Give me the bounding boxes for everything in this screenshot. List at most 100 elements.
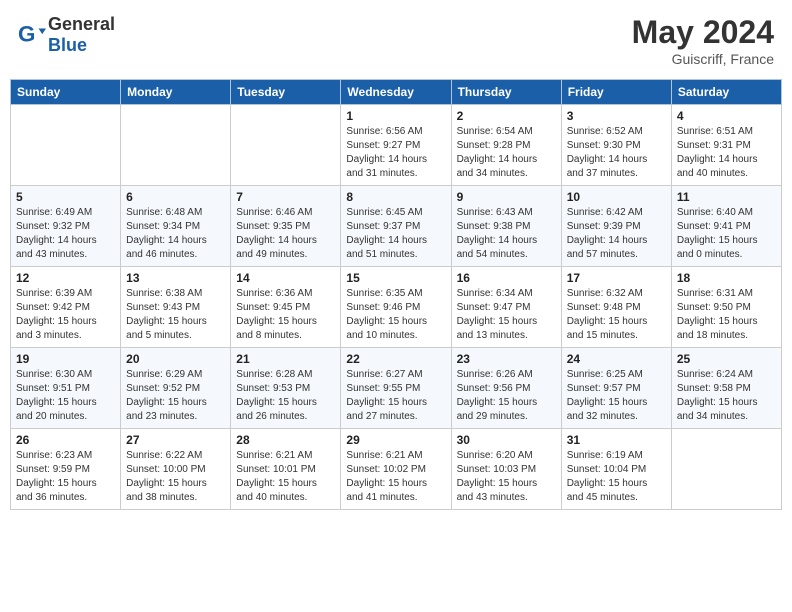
weekday-sunday: Sunday — [11, 80, 121, 105]
calendar-cell: 21Sunrise: 6:28 AMSunset: 9:53 PMDayligh… — [231, 348, 341, 429]
weekday-tuesday: Tuesday — [231, 80, 341, 105]
day-info: Sunrise: 6:27 AMSunset: 9:55 PMDaylight:… — [346, 368, 445, 424]
weekday-wednesday: Wednesday — [341, 80, 451, 105]
calendar-cell — [11, 105, 121, 186]
day-info: Sunrise: 6:42 AMSunset: 9:39 PMDaylight:… — [567, 206, 666, 262]
day-info: Sunrise: 6:40 AMSunset: 9:41 PMDaylight:… — [677, 206, 776, 262]
day-number: 27 — [126, 433, 225, 447]
calendar-cell: 3Sunrise: 6:52 AMSunset: 9:30 PMDaylight… — [561, 105, 671, 186]
day-info: Sunrise: 6:34 AMSunset: 9:47 PMDaylight:… — [457, 287, 556, 343]
day-info: Sunrise: 6:36 AMSunset: 9:45 PMDaylight:… — [236, 287, 335, 343]
day-info: Sunrise: 6:43 AMSunset: 9:38 PMDaylight:… — [457, 206, 556, 262]
calendar-cell: 18 Sunrise: 6:31 AMSunset: 9:50 PMDayligh… — [671, 267, 781, 348]
day-info: Sunrise: 6:54 AMSunset: 9:28 PMDaylight:… — [457, 125, 556, 181]
day-info: Sunrise: 6:28 AMSunset: 9:53 PMDaylight:… — [236, 368, 335, 424]
day-info: Sunrise: 6:19 AMSunset: 10:04 PMDaylight… — [567, 449, 666, 505]
calendar-cell: 28 Sunrise: 6:21 AMSunset: 10:01 PMDaylig… — [231, 429, 341, 510]
day-number: 8 — [346, 190, 445, 204]
calendar-week-5: 26 Sunrise: 6:23 AMSunset: 9:59 PMDayligh… — [11, 429, 782, 510]
calendar-cell — [231, 105, 341, 186]
calendar-week-2: 5Sunrise: 6:49 AMSunset: 9:32 PMDaylight… — [11, 186, 782, 267]
day-info: Sunrise: 6:32 AMSunset: 9:48 PMDaylight:… — [567, 287, 666, 343]
weekday-thursday: Thursday — [451, 80, 561, 105]
day-info: Sunrise: 6:30 AMSunset: 9:51 PMDaylight:… — [16, 368, 115, 424]
day-number: 22 — [346, 352, 445, 366]
calendar-cell: 19 Sunrise: 6:30 AMSunset: 9:51 PMDayligh… — [11, 348, 121, 429]
calendar-cell — [671, 429, 781, 510]
day-info: Sunrise: 6:20 AMSunset: 10:03 PMDaylight… — [457, 449, 556, 505]
logo: G General Blue — [18, 14, 115, 56]
day-number: 13 — [126, 271, 225, 285]
logo-text: General Blue — [48, 14, 115, 56]
weekday-monday: Monday — [121, 80, 231, 105]
day-info: Sunrise: 6:24 AMSunset: 9:58 PMDaylight:… — [677, 368, 776, 424]
month-year: May 2024 — [632, 14, 774, 51]
day-info: Sunrise: 6:38 AMSunset: 9:43 PMDaylight:… — [126, 287, 225, 343]
day-number: 18 — [677, 271, 776, 285]
calendar-cell: 13 Sunrise: 6:38 AMSunset: 9:43 PMDayligh… — [121, 267, 231, 348]
calendar-cell: 10 Sunrise: 6:42 AMSunset: 9:39 PMDayligh… — [561, 186, 671, 267]
day-number: 29 — [346, 433, 445, 447]
day-number: 24 — [567, 352, 666, 366]
day-info: Sunrise: 6:39 AMSunset: 9:42 PMDaylight:… — [16, 287, 115, 343]
day-number: 31 — [567, 433, 666, 447]
calendar-cell: 6 Sunrise: 6:48 AMSunset: 9:34 PMDaylight… — [121, 186, 231, 267]
weekday-friday: Friday — [561, 80, 671, 105]
day-number: 23 — [457, 352, 556, 366]
day-number: 17 — [567, 271, 666, 285]
calendar-table: SundayMondayTuesdayWednesdayThursdayFrid… — [10, 79, 782, 510]
day-number: 16 — [457, 271, 556, 285]
day-number: 20 — [126, 352, 225, 366]
day-number: 15 — [346, 271, 445, 285]
day-number: 11 — [677, 190, 776, 204]
day-info: Sunrise: 6:21 AMSunset: 10:02 PMDaylight… — [346, 449, 445, 505]
calendar-cell: 24 Sunrise: 6:25 AMSunset: 9:57 PMDayligh… — [561, 348, 671, 429]
day-info: Sunrise: 6:23 AMSunset: 9:59 PMDaylight:… — [16, 449, 115, 505]
day-info: Sunrise: 6:31 AMSunset: 9:50 PMDaylight:… — [677, 287, 776, 343]
day-number: 7 — [236, 190, 335, 204]
calendar-cell: 2 Sunrise: 6:54 AMSunset: 9:28 PMDaylight… — [451, 105, 561, 186]
day-number: 3 — [567, 109, 666, 123]
day-info: Sunrise: 6:35 AMSunset: 9:46 PMDaylight:… — [346, 287, 445, 343]
page-header: G General Blue May 2024 Guiscriff, Franc… — [10, 10, 782, 71]
calendar-cell: 4Sunrise: 6:51 AMSunset: 9:31 PMDaylight… — [671, 105, 781, 186]
calendar-cell: 5Sunrise: 6:49 AMSunset: 9:32 PMDaylight… — [11, 186, 121, 267]
calendar-body: 1 Sunrise: 6:56 AMSunset: 9:27 PMDaylight… — [11, 105, 782, 510]
day-number: 14 — [236, 271, 335, 285]
logo-icon: G — [18, 21, 46, 49]
title-block: May 2024 Guiscriff, France — [632, 14, 774, 67]
calendar-cell: 26 Sunrise: 6:23 AMSunset: 9:59 PMDayligh… — [11, 429, 121, 510]
day-number: 6 — [126, 190, 225, 204]
day-number: 12 — [16, 271, 115, 285]
day-number: 2 — [457, 109, 556, 123]
day-number: 19 — [16, 352, 115, 366]
svg-text:G: G — [18, 22, 35, 47]
calendar-cell: 17 Sunrise: 6:32 AMSunset: 9:48 PMDayligh… — [561, 267, 671, 348]
weekday-header-row: SundayMondayTuesdayWednesdayThursdayFrid… — [11, 80, 782, 105]
weekday-saturday: Saturday — [671, 80, 781, 105]
calendar-cell: 1 Sunrise: 6:56 AMSunset: 9:27 PMDaylight… — [341, 105, 451, 186]
day-number: 25 — [677, 352, 776, 366]
day-number: 28 — [236, 433, 335, 447]
calendar-week-1: 1 Sunrise: 6:56 AMSunset: 9:27 PMDaylight… — [11, 105, 782, 186]
calendar-cell: 8Sunrise: 6:45 AMSunset: 9:37 PMDaylight… — [341, 186, 451, 267]
calendar-cell: 11 Sunrise: 6:40 AMSunset: 9:41 PMDayligh… — [671, 186, 781, 267]
calendar-cell: 9 Sunrise: 6:43 AMSunset: 9:38 PMDaylight… — [451, 186, 561, 267]
day-number: 26 — [16, 433, 115, 447]
day-number: 10 — [567, 190, 666, 204]
day-info: Sunrise: 6:48 AMSunset: 9:34 PMDaylight:… — [126, 206, 225, 262]
day-number: 9 — [457, 190, 556, 204]
calendar-cell: 27Sunrise: 6:22 AMSunset: 10:00 PMDaylig… — [121, 429, 231, 510]
day-info: Sunrise: 6:25 AMSunset: 9:57 PMDaylight:… — [567, 368, 666, 424]
calendar-cell: 22 Sunrise: 6:27 AMSunset: 9:55 PMDayligh… — [341, 348, 451, 429]
calendar-cell: 12 Sunrise: 6:39 AMSunset: 9:42 PMDayligh… — [11, 267, 121, 348]
day-number: 1 — [346, 109, 445, 123]
day-info: Sunrise: 6:26 AMSunset: 9:56 PMDaylight:… — [457, 368, 556, 424]
day-info: Sunrise: 6:56 AMSunset: 9:27 PMDaylight:… — [346, 125, 445, 181]
day-info: Sunrise: 6:21 AMSunset: 10:01 PMDaylight… — [236, 449, 335, 505]
calendar-cell: 25 Sunrise: 6:24 AMSunset: 9:58 PMDayligh… — [671, 348, 781, 429]
day-info: Sunrise: 6:29 AMSunset: 9:52 PMDaylight:… — [126, 368, 225, 424]
calendar-cell: 14 Sunrise: 6:36 AMSunset: 9:45 PMDayligh… — [231, 267, 341, 348]
calendar-cell: 23 Sunrise: 6:26 AMSunset: 9:56 PMDayligh… — [451, 348, 561, 429]
day-info: Sunrise: 6:49 AMSunset: 9:32 PMDaylight:… — [16, 206, 115, 262]
